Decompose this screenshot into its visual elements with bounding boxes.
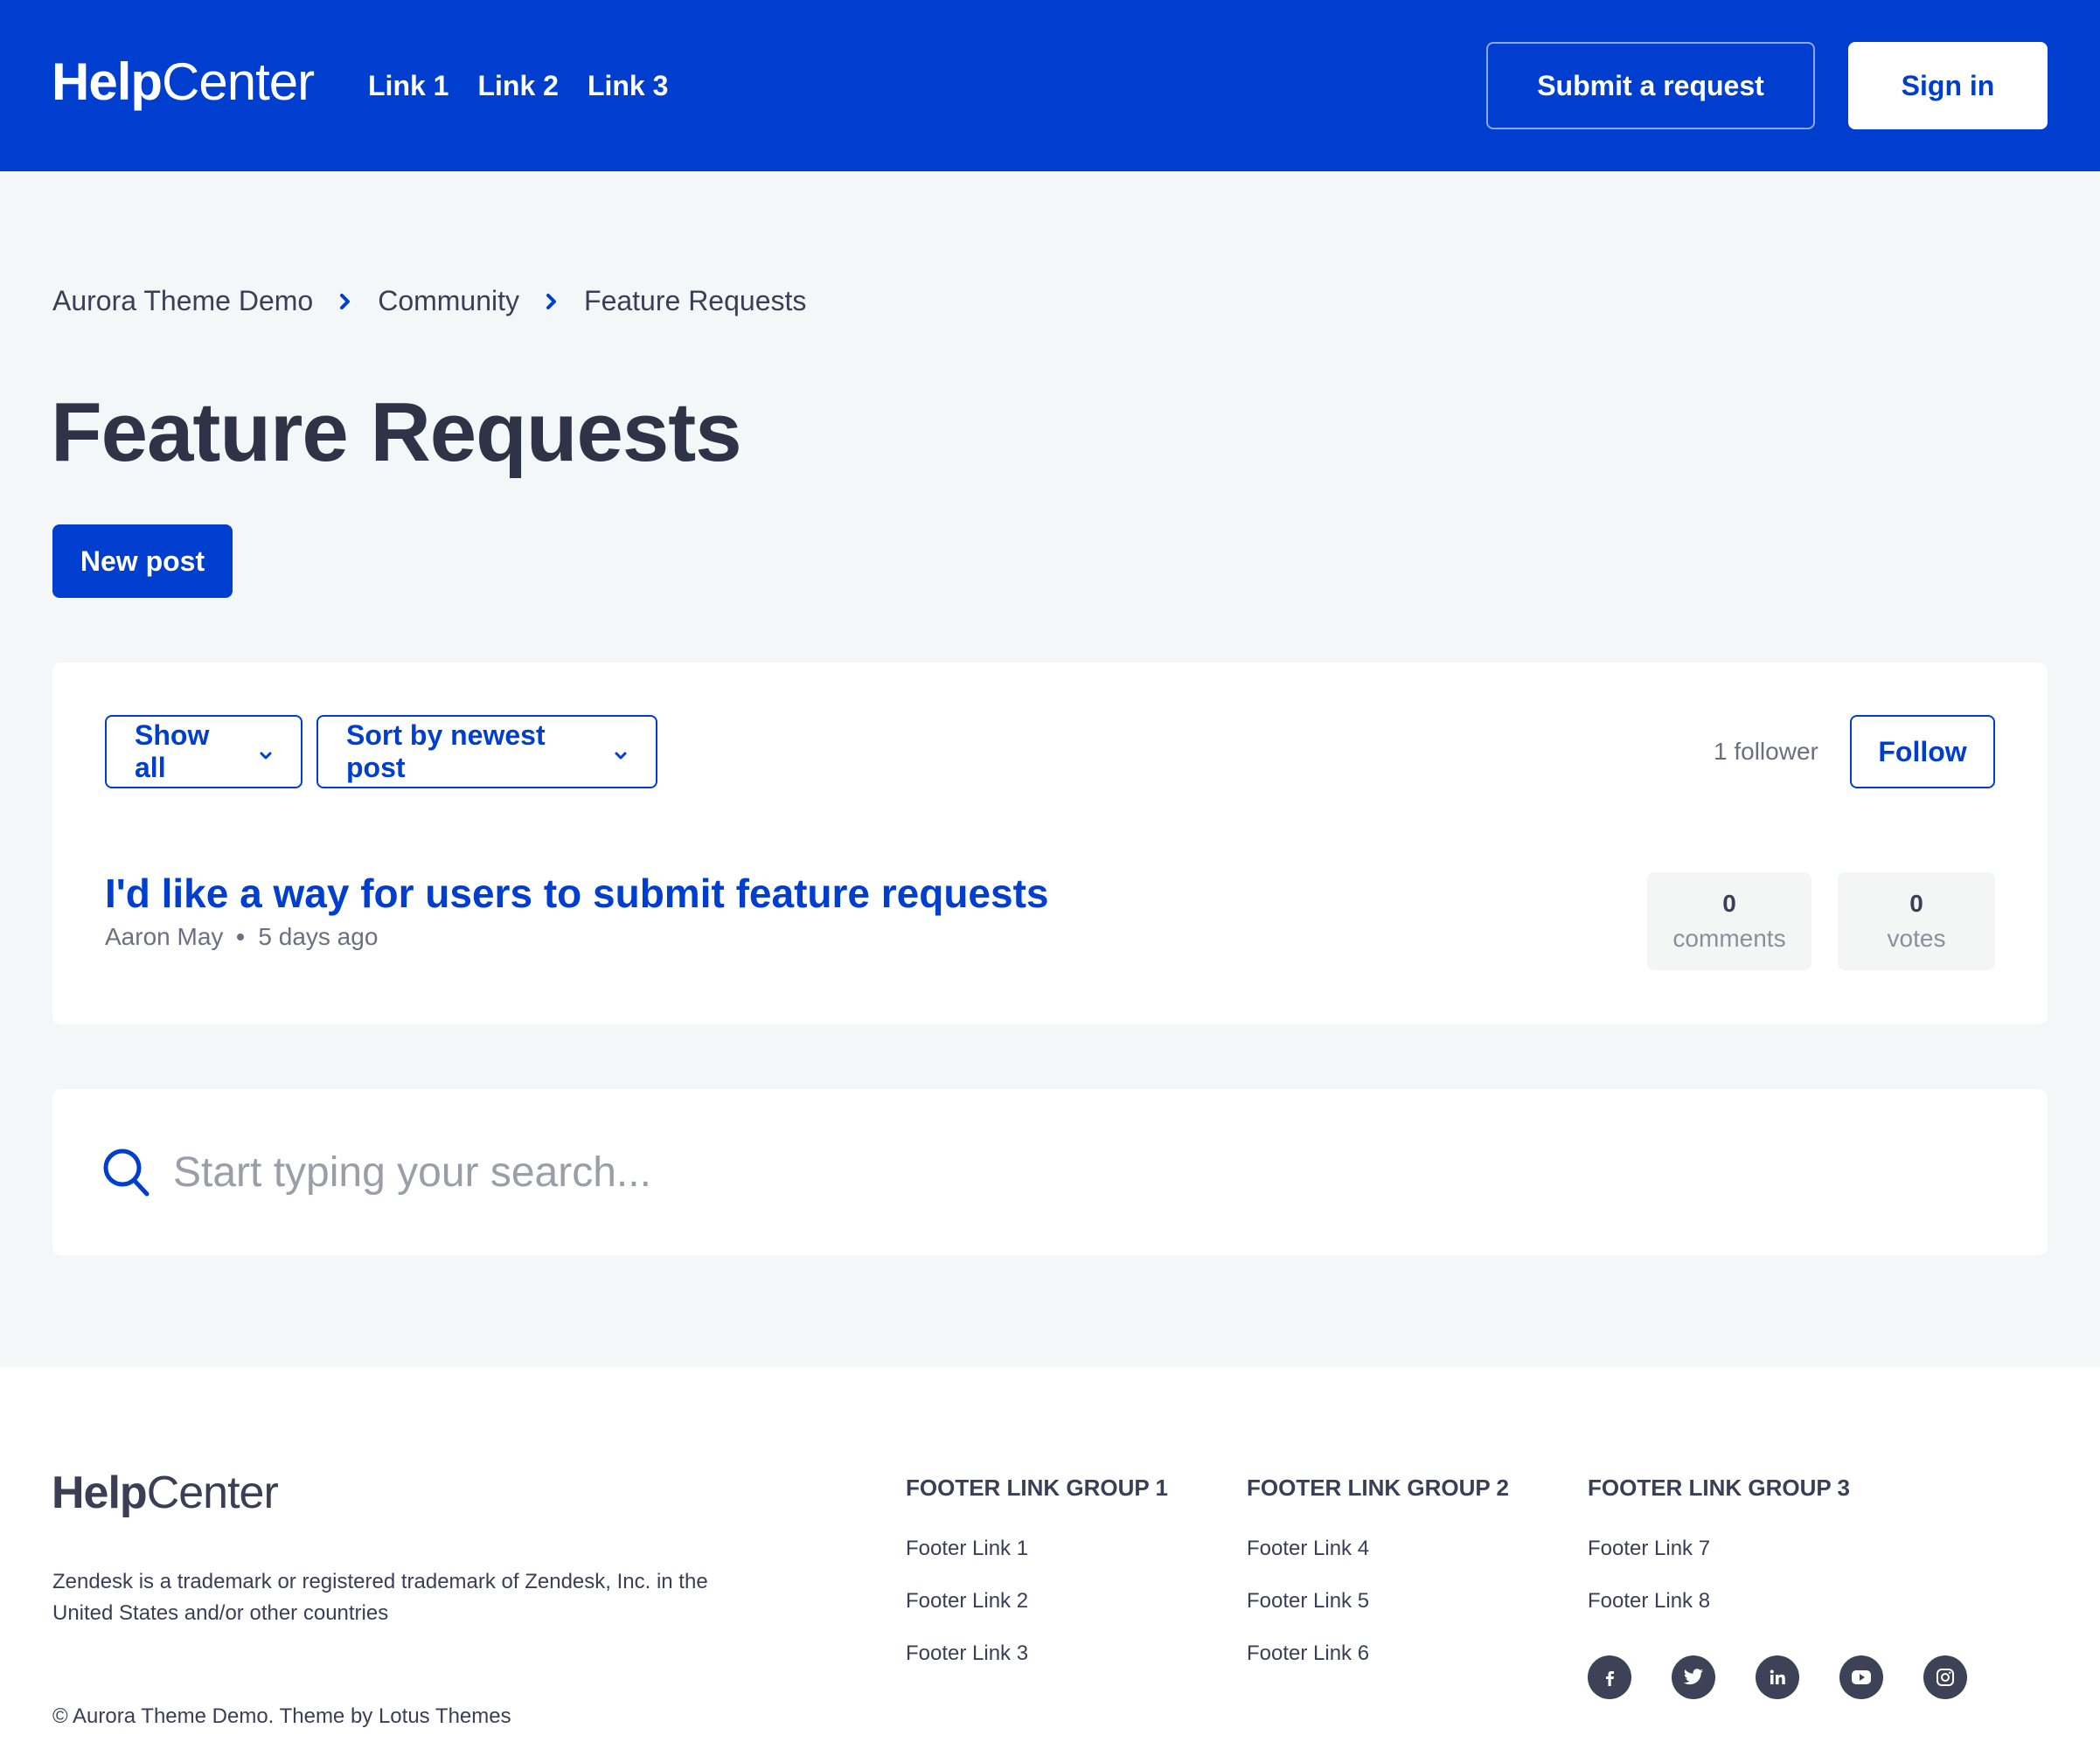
show-all-dropdown[interactable]: Show all bbox=[105, 715, 302, 788]
nav-link-3[interactable]: Link 3 bbox=[588, 65, 668, 107]
nav-link-1[interactable]: Link 1 bbox=[368, 65, 449, 107]
footer-copyright: © Aurora Theme Demo. Theme by Lotus Them… bbox=[52, 1704, 511, 1728]
chevron-right-icon bbox=[339, 293, 351, 310]
social-links bbox=[1588, 1655, 1967, 1699]
breadcrumb-item-home[interactable]: Aurora Theme Demo bbox=[52, 285, 313, 317]
breadcrumb-item-community[interactable]: Community bbox=[378, 285, 519, 317]
footer-link[interactable]: Footer Link 3 bbox=[906, 1640, 1168, 1668]
new-post-button[interactable]: New post bbox=[52, 524, 233, 598]
separator-dot bbox=[237, 933, 245, 940]
votes-count: 0 bbox=[1909, 890, 1923, 917]
chevron-down-icon bbox=[259, 736, 273, 768]
comments-label: comments bbox=[1672, 925, 1786, 952]
nav-link-2[interactable]: Link 2 bbox=[477, 65, 558, 107]
logo-bold: Help bbox=[52, 52, 163, 111]
show-all-label: Show all bbox=[135, 719, 210, 783]
breadcrumb: Aurora Theme Demo Community Feature Requ… bbox=[52, 285, 806, 317]
votes-stat: 0 votes bbox=[1838, 872, 1995, 970]
search-icon bbox=[103, 1149, 150, 1202]
instagram-icon[interactable] bbox=[1923, 1655, 1967, 1699]
facebook-icon[interactable] bbox=[1588, 1655, 1631, 1699]
footer-group-title: FOOTER LINK GROUP 3 bbox=[1588, 1475, 1850, 1501]
chevron-right-icon bbox=[546, 293, 558, 310]
footer-group-title: FOOTER LINK GROUP 1 bbox=[906, 1475, 1168, 1501]
header-nav: Link 1 Link 2 Link 3 bbox=[368, 65, 668, 107]
helpcenter-logo[interactable]: HelpCenter bbox=[52, 51, 315, 114]
post-author: Aaron May bbox=[105, 923, 224, 950]
footer-link[interactable]: Footer Link 4 bbox=[1247, 1535, 1509, 1563]
posts-card: Show all Sort by newest post 1 follower … bbox=[52, 663, 2048, 1024]
footer-description: Zendesk is a trademark or registered tra… bbox=[52, 1570, 708, 1625]
follow-button[interactable]: Follow bbox=[1850, 715, 1995, 788]
sort-dropdown[interactable]: Sort by newest post bbox=[316, 715, 657, 788]
search-input[interactable] bbox=[173, 1137, 1922, 1207]
footer-link[interactable]: Footer Link 1 bbox=[906, 1535, 1168, 1563]
submit-request-button[interactable]: Submit a request bbox=[1486, 42, 1815, 129]
search-card bbox=[52, 1089, 2048, 1255]
breadcrumb-item-current[interactable]: Feature Requests bbox=[584, 285, 806, 317]
footer-logo-bold: Help bbox=[52, 1468, 148, 1518]
linkedin-icon[interactable] bbox=[1756, 1655, 1799, 1699]
footer-link[interactable]: Footer Link 8 bbox=[1588, 1587, 1850, 1615]
site-footer: HelpCenter Zendesk is a trademark or reg… bbox=[0, 1367, 2100, 1749]
footer-link[interactable]: Footer Link 7 bbox=[1588, 1535, 1850, 1563]
page-title: Feature Requests bbox=[51, 385, 742, 479]
post-title-link[interactable]: I'd like a way for users to submit featu… bbox=[105, 869, 1049, 918]
post-time: 5 days ago bbox=[258, 923, 379, 950]
footer-link[interactable]: Footer Link 6 bbox=[1247, 1640, 1509, 1668]
footer-link-group-1: FOOTER LINK GROUP 1 Footer Link 1 Footer… bbox=[906, 1474, 1168, 1692]
footer-group-title: FOOTER LINK GROUP 2 bbox=[1247, 1475, 1509, 1501]
footer-logo-light: Center bbox=[146, 1468, 279, 1518]
sort-label: Sort by newest post bbox=[346, 719, 546, 783]
footer-link-group-3: FOOTER LINK GROUP 3 Footer Link 7 Footer… bbox=[1588, 1474, 1850, 1640]
comments-stat: 0 comments bbox=[1647, 872, 1811, 970]
youtube-icon[interactable] bbox=[1839, 1655, 1883, 1699]
site-header: HelpCenter Link 1 Link 2 Link 3 Submit a… bbox=[0, 0, 2100, 171]
post-meta: Aaron May 5 days ago bbox=[105, 923, 378, 951]
chevron-down-icon bbox=[614, 736, 628, 768]
footer-link-group-2: FOOTER LINK GROUP 2 Footer Link 4 Footer… bbox=[1247, 1474, 1509, 1692]
sign-in-button[interactable]: Sign in bbox=[1848, 42, 2048, 129]
logo-light: Center bbox=[162, 52, 315, 111]
follower-count: 1 follower bbox=[1714, 738, 1818, 765]
comments-count: 0 bbox=[1722, 890, 1736, 917]
footer-link[interactable]: Footer Link 5 bbox=[1247, 1587, 1509, 1615]
votes-label: votes bbox=[1887, 925, 1946, 952]
footer-link[interactable]: Footer Link 2 bbox=[906, 1587, 1168, 1615]
footer-logo[interactable]: HelpCenter bbox=[52, 1465, 279, 1521]
twitter-icon[interactable] bbox=[1672, 1655, 1715, 1699]
